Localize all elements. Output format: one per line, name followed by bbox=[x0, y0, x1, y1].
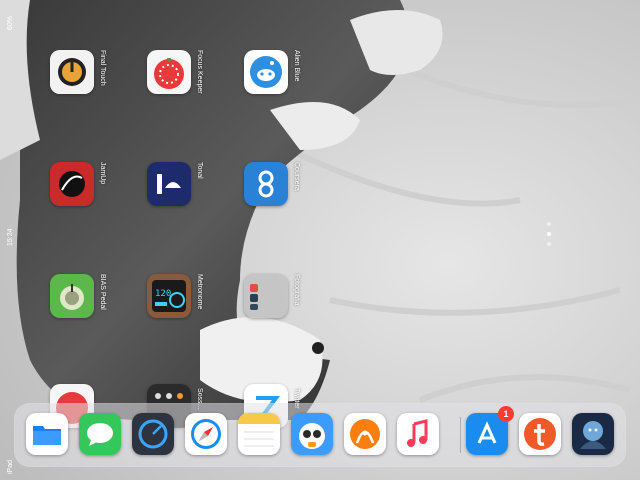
music-icon[interactable] bbox=[397, 413, 439, 455]
game-icon[interactable] bbox=[572, 413, 614, 455]
tweetbot-icon[interactable] bbox=[291, 413, 333, 455]
dock bbox=[14, 403, 626, 467]
app-label: Alien Blue bbox=[293, 50, 300, 82]
metronome-icon[interactable]: 120 bbox=[147, 274, 191, 318]
notes-icon[interactable] bbox=[238, 413, 280, 455]
alien-blue-icon[interactable] bbox=[244, 50, 288, 94]
messages-icon[interactable] bbox=[79, 413, 121, 455]
notification-badge: 1 bbox=[498, 406, 514, 422]
app-label: Fotografia bbox=[293, 274, 300, 306]
speedometer-icon[interactable] bbox=[132, 413, 174, 455]
final-touch-icon[interactable] bbox=[50, 50, 94, 94]
safari-icon[interactable] bbox=[185, 413, 227, 455]
app-label: Tonal bbox=[196, 162, 203, 179]
app-label: Metronome bbox=[196, 274, 203, 310]
files-icon[interactable] bbox=[26, 413, 68, 455]
status-bar: 60% 15:24 iPad bbox=[0, 0, 14, 480]
battery-indicator: 60% bbox=[7, 15, 14, 30]
bias-pedal-icon[interactable] bbox=[50, 274, 94, 318]
focus-keeper-icon[interactable] bbox=[147, 50, 191, 94]
tonal-icon[interactable] bbox=[147, 162, 191, 206]
status-time: 15:24 bbox=[7, 228, 14, 246]
page-dot bbox=[547, 242, 551, 246]
device-name: iPad bbox=[7, 459, 14, 474]
jamup-icon[interactable] bbox=[50, 162, 94, 206]
app-label: Final Touch bbox=[99, 50, 106, 86]
coursera-icon[interactable] bbox=[244, 162, 288, 206]
app-label: Focus Keeper bbox=[196, 50, 203, 94]
page-dot bbox=[547, 222, 551, 226]
page-dot-active bbox=[547, 232, 551, 236]
app-label: BIAS Pedal bbox=[99, 274, 106, 310]
tumblr-icon[interactable] bbox=[519, 413, 561, 455]
overcast-icon[interactable] bbox=[344, 413, 386, 455]
page-indicator[interactable] bbox=[546, 222, 552, 262]
app-label: JamUp bbox=[99, 162, 106, 185]
folder-icon[interactable] bbox=[244, 274, 288, 318]
svg-text:120: 120 bbox=[155, 289, 171, 299]
dock-separator bbox=[460, 417, 461, 453]
app-label: Coursera bbox=[293, 162, 300, 191]
